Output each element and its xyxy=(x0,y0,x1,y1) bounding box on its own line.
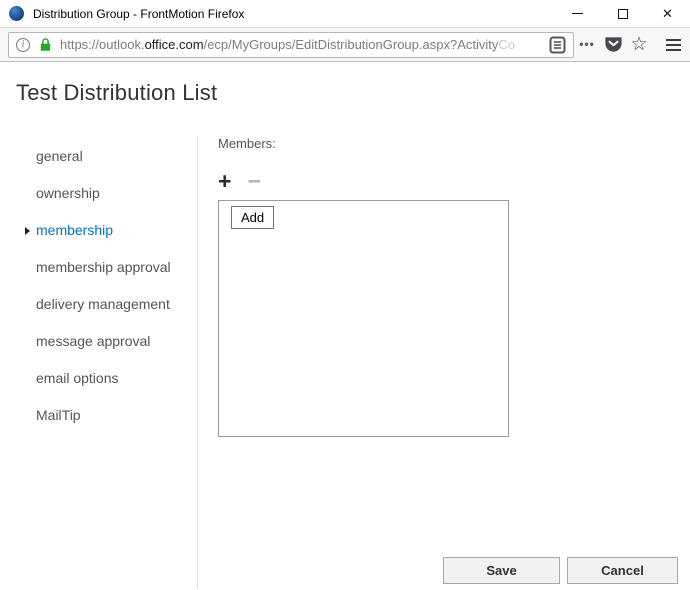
minimize-button[interactable] xyxy=(555,0,600,27)
pocket-icon xyxy=(604,35,623,54)
url-path: /ecp/MyGroups/EditDistributionGroup.aspx… xyxy=(204,37,499,52)
pocket-button[interactable] xyxy=(600,32,626,58)
site-info-icon[interactable]: i xyxy=(16,38,30,52)
sidebar-item-message-approval[interactable]: message approval xyxy=(0,323,197,360)
sidebar-item-label: membership xyxy=(36,222,113,238)
sidebar-item-mailtip[interactable]: MailTip xyxy=(0,397,197,434)
url-domain: office.com xyxy=(145,37,204,52)
sidebar-item-membership[interactable]: membership xyxy=(0,212,197,249)
url-prefix: https://outlook. xyxy=(60,37,145,52)
toolbar-actions: ••• ☆ xyxy=(574,32,686,58)
page-actions-button[interactable]: ••• xyxy=(574,32,600,58)
url-text[interactable]: https://outlook.office.com/ecp/MyGroups/… xyxy=(60,37,546,52)
page-actions-dots-icon: ••• xyxy=(579,37,595,53)
window-titlebar: Distribution Group - FrontMotion Firefox… xyxy=(0,0,690,28)
menu-button[interactable] xyxy=(660,32,686,58)
sidebar-item-ownership[interactable]: ownership xyxy=(0,175,197,212)
window-title: Distribution Group - FrontMotion Firefox xyxy=(33,7,555,21)
bookmark-button[interactable]: ☆ xyxy=(626,32,652,58)
sidebar-item-general[interactable]: general xyxy=(0,138,197,175)
bookmark-star-icon: ☆ xyxy=(630,35,647,54)
save-button[interactable]: Save xyxy=(443,557,560,584)
membership-panel: Members: + − Add xyxy=(218,136,509,437)
cancel-button[interactable]: Cancel xyxy=(567,557,678,584)
sidebar-item-delivery-management[interactable]: delivery management xyxy=(0,286,197,323)
sidebar-item-membership-approval[interactable]: membership approval xyxy=(0,249,197,286)
add-button[interactable]: Add xyxy=(231,206,274,229)
sidebar-nav: general ownership membership membership … xyxy=(0,138,197,434)
selected-item-arrow-icon xyxy=(25,227,30,235)
hamburger-menu-icon xyxy=(666,39,681,41)
sidebar-item-email-options[interactable]: email options xyxy=(0,360,197,397)
sidebar-divider xyxy=(197,136,198,589)
reader-mode-icon[interactable] xyxy=(549,36,566,54)
page-content: Test Distribution List general ownership… xyxy=(0,62,690,589)
lock-icon[interactable] xyxy=(38,37,53,52)
firefox-globe-icon xyxy=(9,6,24,21)
page-title: Test Distribution List xyxy=(16,80,217,106)
minimize-icon xyxy=(572,13,583,14)
members-list-box: Add xyxy=(218,200,509,437)
maximize-icon xyxy=(618,9,628,19)
url-bar[interactable]: i https://outlook.office.com/ecp/MyGroup… xyxy=(8,32,574,58)
url-path-fade: Co xyxy=(498,37,515,52)
remove-member-minus-icon[interactable]: − xyxy=(247,173,260,189)
maximize-button[interactable] xyxy=(600,0,645,27)
close-button[interactable]: ✕ xyxy=(645,0,690,27)
members-toolbar: + − xyxy=(218,173,509,189)
browser-toolbar: i https://outlook.office.com/ecp/MyGroup… xyxy=(0,28,690,62)
members-label: Members: xyxy=(218,136,509,151)
window-controls: ✕ xyxy=(555,0,690,27)
add-member-plus-icon[interactable]: + xyxy=(218,173,231,189)
